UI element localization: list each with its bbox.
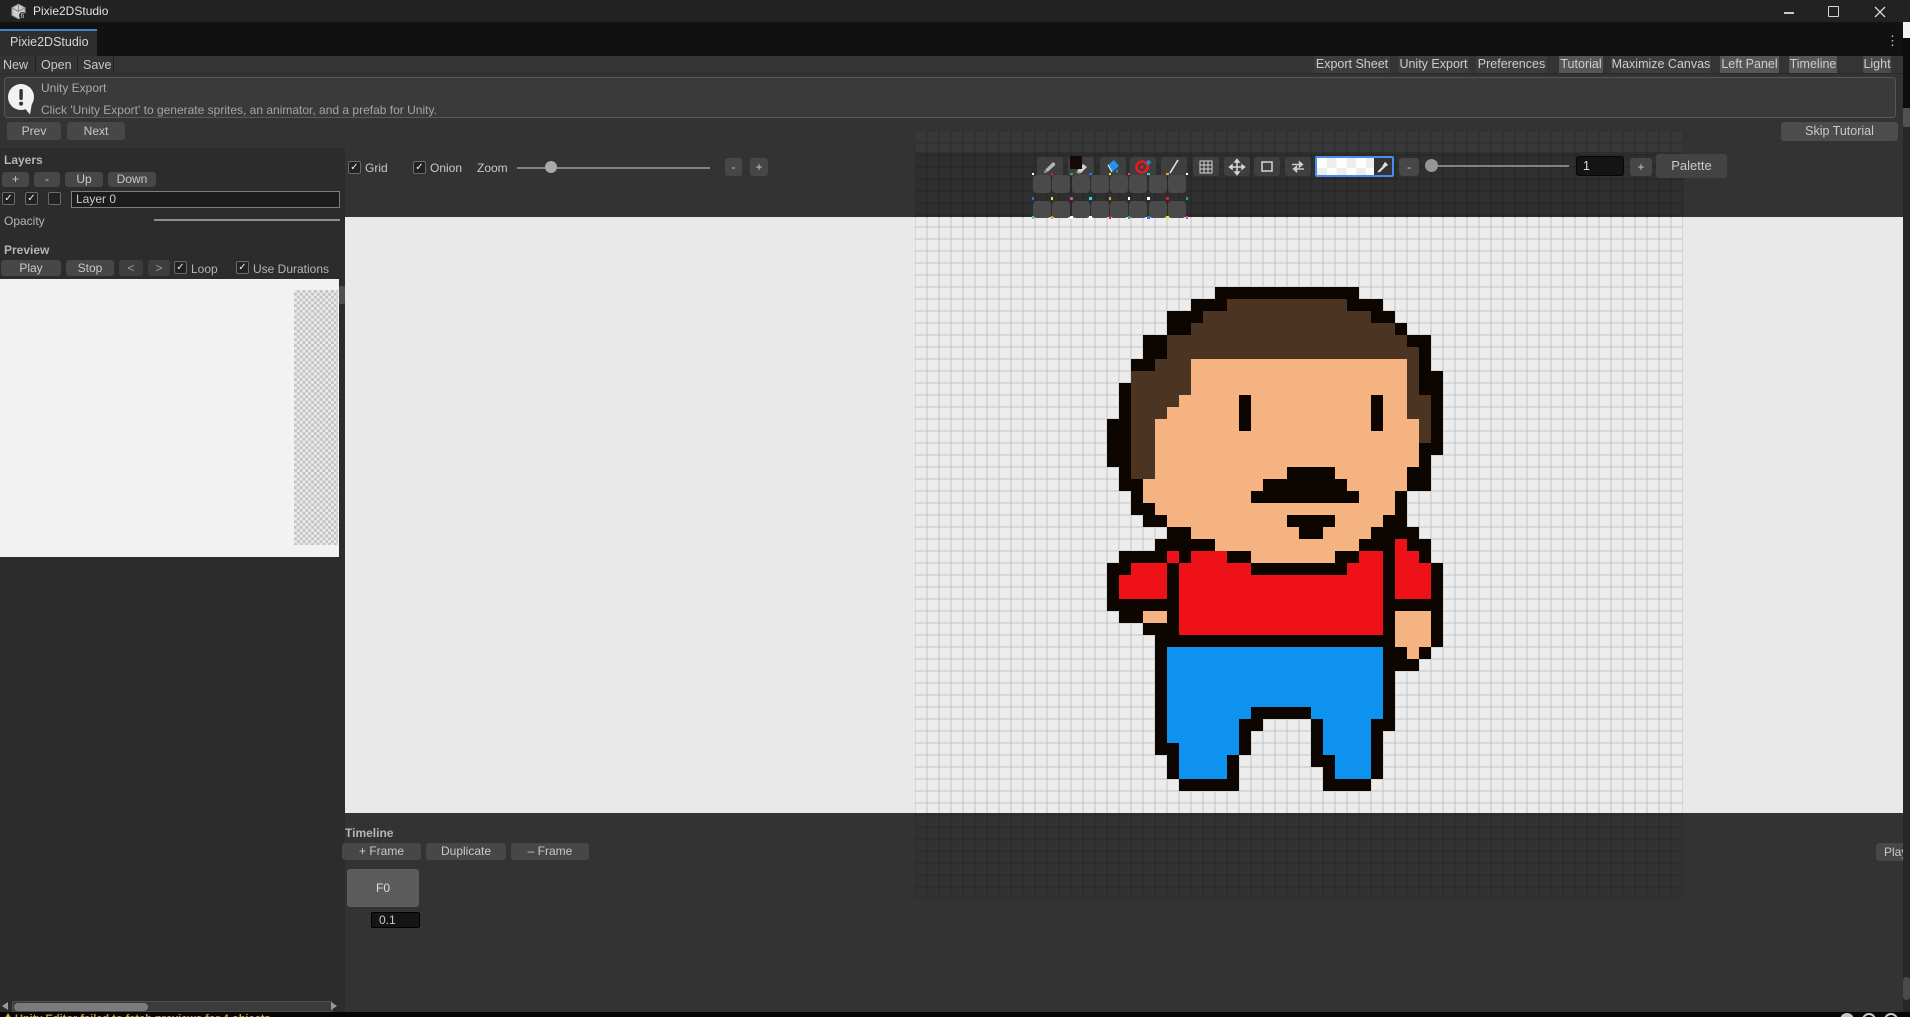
svg-text:6: 6 xyxy=(21,13,25,20)
